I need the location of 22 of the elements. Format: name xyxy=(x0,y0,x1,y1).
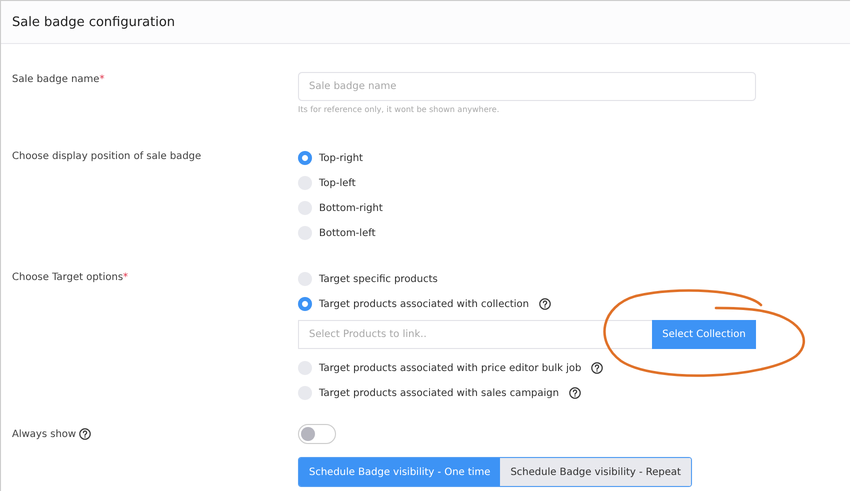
panel-title: Sale badge configuration xyxy=(12,14,176,30)
toggle-switch[interactable] xyxy=(298,424,336,444)
option-label: Target specific products xyxy=(319,274,438,284)
option-label: Top-right xyxy=(319,152,363,164)
option-label: Target products associated with collection xyxy=(319,298,530,310)
field-label: Sale badge name* xyxy=(12,73,106,87)
collection-picker[interactable]: Select Products to link.. Select Collection xyxy=(298,320,756,349)
option-label: Bottom-left xyxy=(319,228,376,238)
option-label: Target products associated with price editor bulk job xyxy=(319,362,582,374)
schedule-tab[interactable]: Schedule Badge visibility - Repeat xyxy=(500,458,691,486)
option-label: Target products associated with sales campaign xyxy=(319,388,559,398)
radio-button[interactable] xyxy=(298,297,312,311)
field-label: Choose Target options* xyxy=(12,271,130,285)
field-label: Always show xyxy=(12,428,76,440)
select-collection-button[interactable]: Select Collection xyxy=(652,320,756,349)
hint-text: Its for reference only, it wont be shown anywhere. xyxy=(298,105,500,114)
radio-button[interactable] xyxy=(298,151,312,165)
option-label: Bottom-right xyxy=(319,202,383,214)
option-label: Top-left xyxy=(319,178,356,188)
input-field[interactable]: Sale badge name xyxy=(298,72,756,101)
schedule-tab[interactable]: Schedule Badge visibility - One time xyxy=(299,458,500,486)
field-label: Choose display position of sale badge xyxy=(12,150,202,164)
